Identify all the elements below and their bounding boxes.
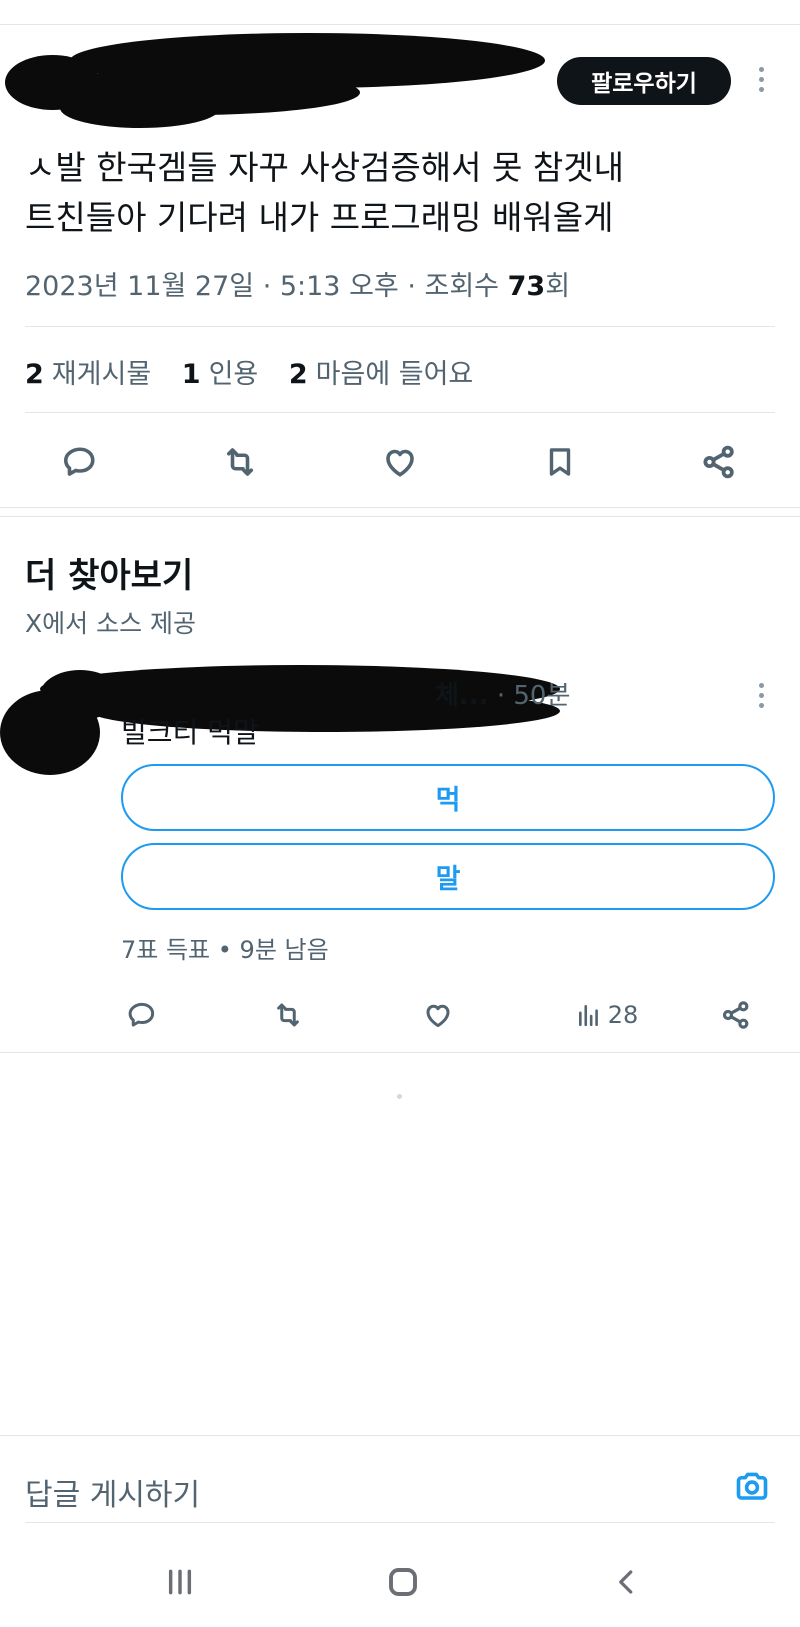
post-text-line: 트친들아 기다려 내가 프로그래밍 배워올게 (25, 198, 614, 237)
view-count-suffix: 회 (545, 271, 571, 302)
section-divider (0, 516, 800, 517)
bookmark-button[interactable] (535, 440, 585, 484)
views-icon (578, 1005, 598, 1027)
like-button[interactable] (375, 440, 425, 484)
reply-icon (63, 447, 95, 476)
share-button[interactable] (694, 440, 744, 484)
reply-input[interactable]: 답글 게시하기 (25, 1470, 200, 1514)
post-stats: 2 재게시물 1 인용 2 마음에 들어요 (25, 352, 495, 391)
reposts-stat[interactable]: 2 재게시물 (25, 359, 151, 390)
reposts-label: 재게시물 (51, 359, 152, 390)
meta-divider (25, 326, 775, 327)
quotes-count: 1 (181, 359, 201, 390)
tweet-header: 체... · 50분 (435, 675, 570, 712)
view-count: 73 (507, 271, 546, 302)
loading-indicator (397, 1094, 402, 1099)
stats-divider (25, 412, 775, 413)
views-count: 28 (607, 1001, 639, 1029)
camera-button[interactable] (730, 1465, 774, 1507)
reply-icon (128, 1002, 155, 1027)
recent-apps-button[interactable] (155, 1560, 205, 1604)
like-button[interactable] (416, 995, 460, 1035)
author-name[interactable]: 체... (435, 681, 489, 711)
quotes-stat[interactable]: 1 인용 (182, 359, 258, 390)
likes-stat[interactable]: 2 마음에 들어요 (289, 359, 473, 390)
explore-title: 더 찾아보기 (25, 556, 194, 596)
reply-button[interactable] (55, 440, 105, 484)
camera-icon (736, 1472, 768, 1500)
likes-count: 2 (288, 359, 308, 390)
heart-icon (426, 1004, 450, 1028)
section-divider (0, 507, 800, 508)
explore-subtitle: X에서 소스 제공 (25, 609, 197, 638)
heart-icon (386, 449, 414, 477)
likes-label: 마음에 들어요 (315, 359, 474, 390)
home-icon (389, 1568, 417, 1596)
share-icon (722, 1001, 749, 1029)
views-button[interactable]: 28 (570, 995, 644, 1035)
poll-option[interactable]: 먹 (121, 764, 775, 831)
bookmark-icon (549, 448, 571, 476)
post-text: ㅅ발 한국겜들 자꾸 사상검증해서 못 참겟내 트친들아 기다려 내가 프로그래… (25, 143, 765, 243)
back-icon (619, 1570, 633, 1594)
home-button[interactable] (378, 1558, 428, 1606)
composer-bottom-divider (25, 1522, 775, 1523)
more-icon[interactable] (755, 683, 767, 708)
post-text-line: ㅅ발 한국겜들 자꾸 사상검증해서 못 참겟내 (25, 148, 624, 187)
repost-button[interactable] (266, 995, 310, 1035)
composer-divider (0, 1435, 800, 1436)
repost-icon (277, 1003, 299, 1027)
post-timestamp: 2023년 11월 27일 · 5:13 오후 · 조회수 (25, 271, 508, 302)
reposts-count: 2 (25, 359, 44, 390)
poll-option[interactable]: 말 (121, 843, 775, 910)
share-icon (703, 445, 734, 479)
quotes-label: 인용 (208, 359, 259, 390)
follow-button[interactable]: 팔로우하기 (557, 57, 731, 105)
share-button[interactable] (714, 995, 758, 1035)
repost-button[interactable] (215, 440, 265, 484)
back-button[interactable] (602, 1558, 652, 1606)
reply-button[interactable] (120, 995, 164, 1035)
recent-apps-icon (168, 1569, 192, 1595)
top-divider (0, 24, 800, 25)
repost-icon (226, 448, 254, 476)
tweet-time: · 50분 (488, 681, 571, 711)
tweet-divider (0, 1052, 800, 1053)
post-meta: 2023년 11월 27일 · 5:13 오후 · 조회수 73회 (25, 264, 570, 303)
poll-status: 7표 득표 • 9분 남음 (121, 936, 329, 964)
tweet-text: 빌크티 먹말 (121, 716, 259, 749)
more-icon[interactable] (755, 67, 767, 92)
